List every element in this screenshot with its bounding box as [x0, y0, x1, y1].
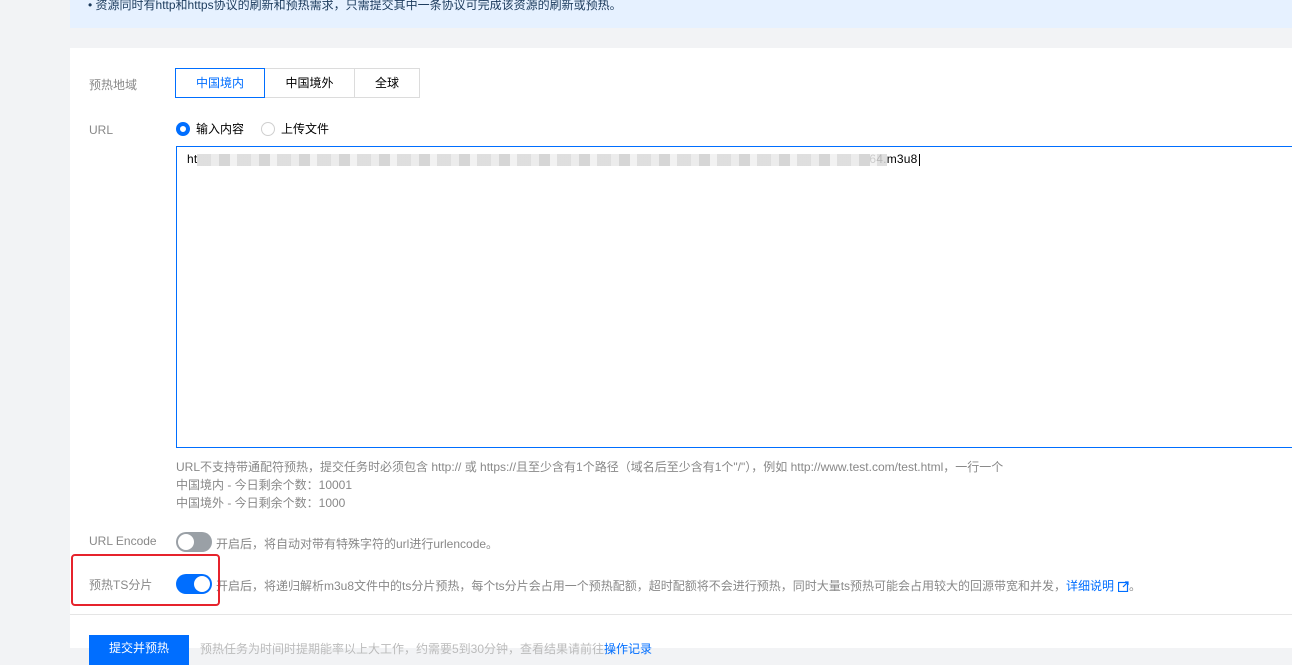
url-value-prefix: ht: [187, 152, 198, 166]
footer-note-text: 预热任务为时间时提期能率以上大工作，约需要5到30分钟，查看结果请前往: [200, 642, 605, 656]
url-textarea[interactable]: ht 64.m3u8: [176, 146, 1292, 448]
url-help-text: URL不支持带通配符预热，提交任务时必须包含 http:// 或 https:/…: [176, 460, 1004, 474]
notice-banner: • 资源同时有http和https协议的刷新和预热需求，只需提交其中一条协议可完…: [70, 0, 1292, 28]
toggle-knob: [178, 534, 194, 550]
region-option-overseas[interactable]: 中国境外: [264, 68, 355, 98]
operation-log-link[interactable]: 操作记录: [604, 642, 652, 656]
external-link-icon[interactable]: [1118, 581, 1129, 592]
radio-unchecked-icon: [261, 121, 276, 136]
region-option-mainland[interactable]: 中国境内: [175, 68, 265, 98]
url-label: URL: [89, 123, 114, 137]
ts-split-desc-text: 开启后，将递归解析m3u8文件中的ts分片预热，每个ts分片会占用一个预热配额，…: [216, 579, 1067, 593]
footer-note: 预热任务为时间时提期能率以上大工作，约需要5到30分钟，查看结果请前往操作记录: [200, 640, 652, 657]
url-encode-label: URL Encode: [89, 534, 157, 548]
url-encode-toggle[interactable]: [176, 532, 212, 552]
highlight-box: [71, 554, 220, 606]
url-mode-group: 输入内容 上传文件: [176, 120, 346, 137]
radio-checked-icon: [176, 121, 190, 136]
radio-upload-label: 上传文件: [281, 122, 330, 136]
radio-upload-file[interactable]: 上传文件: [261, 120, 329, 137]
text-cursor: [918, 153, 920, 166]
radio-input-label: 输入内容: [196, 122, 245, 136]
form-divider: [70, 614, 1292, 615]
region-selector: 中国境内 中国境外 全球: [175, 68, 420, 98]
prefetch-form: 预热地域 中国境内 中国境外 全球 URL 输入内容 上传文件 ht 64.m3u…: [70, 48, 1292, 665]
ts-split-desc: 开启后，将递归解析m3u8文件中的ts分片预热，每个ts分片会占用一个预热配额，…: [216, 577, 1141, 594]
region-option-global[interactable]: 全球: [354, 68, 420, 98]
quota-mainland: 中国境内 - 今日剩余个数：10001: [176, 478, 353, 492]
ts-split-tail: 。: [1129, 579, 1142, 593]
region-label: 预热地域: [89, 78, 138, 92]
url-encode-desc: 开启后，将自动对带有特殊字符的url进行urlencode。: [216, 537, 499, 551]
notice-text: • 资源同时有http和https协议的刷新和预热需求，只需提交其中一条协议可完…: [88, 0, 622, 12]
quota-overseas: 中国境外 - 今日剩余个数：1000: [176, 496, 346, 510]
radio-input-content[interactable]: 输入内容: [176, 120, 244, 137]
details-link[interactable]: 详细说明: [1066, 579, 1114, 593]
submit-prefetch-button[interactable]: 提交并预热: [89, 635, 189, 665]
redacted-url-region: [197, 154, 887, 166]
